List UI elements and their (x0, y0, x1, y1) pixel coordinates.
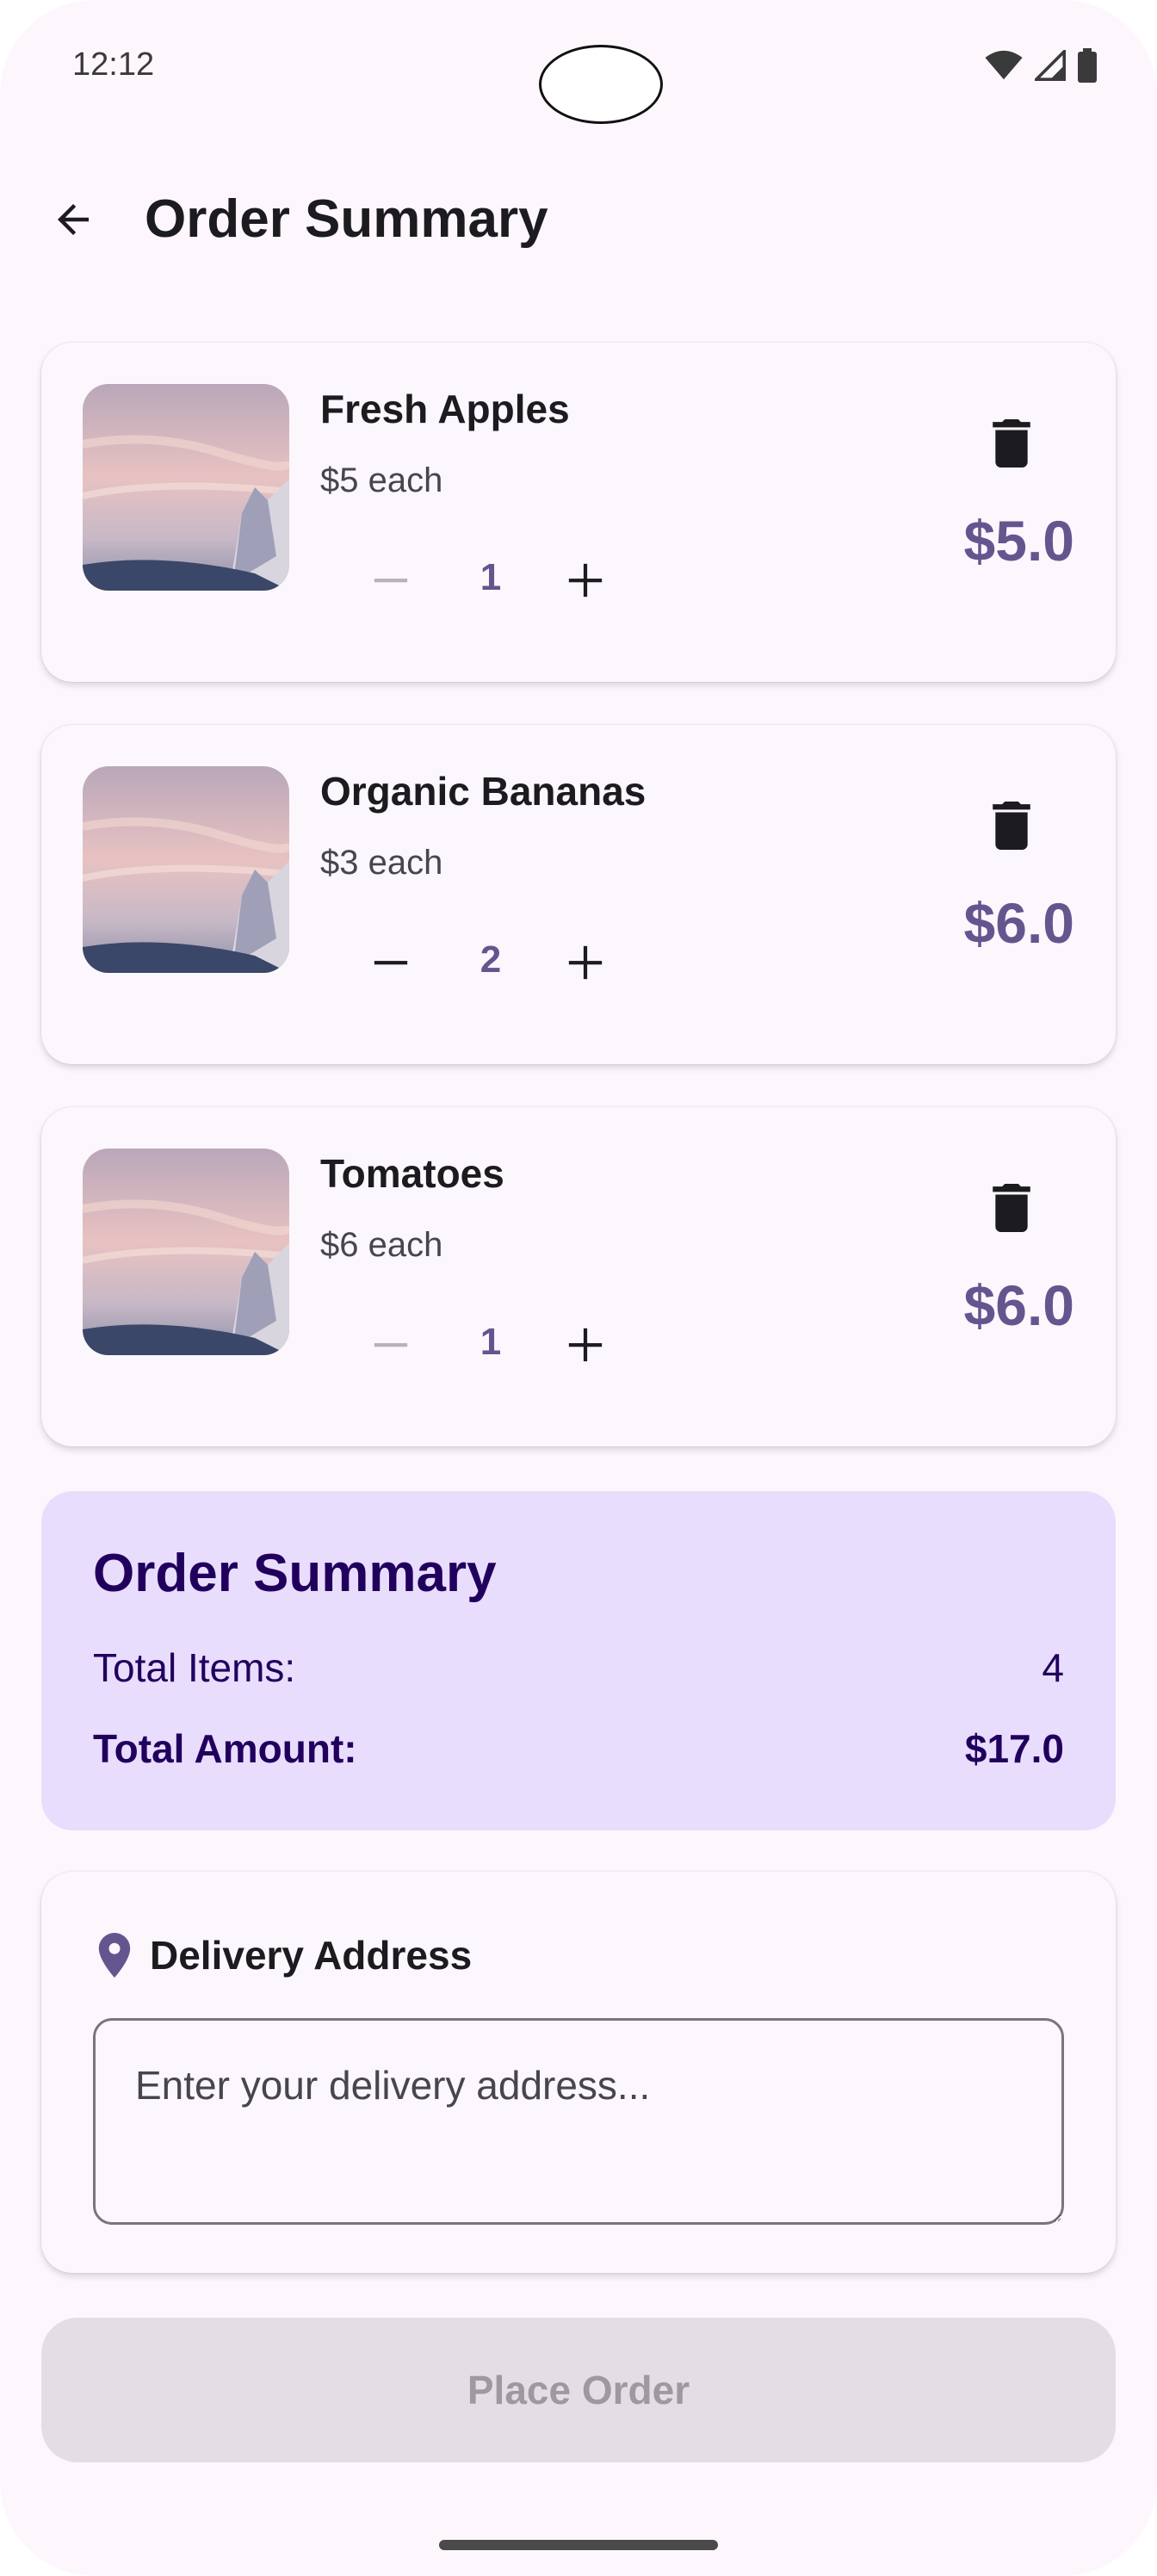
decrease-quantity-button[interactable] (356, 1310, 425, 1379)
cart-item-card: Tomatoes $6 each 1 $6.0 (41, 1107, 1116, 1446)
wifi-icon (985, 50, 1023, 80)
increase-quantity-button[interactable] (551, 928, 620, 997)
delete-item-button[interactable] (981, 796, 1042, 856)
status-icons (985, 48, 1097, 83)
total-items-label: Total Items: (93, 1645, 296, 1690)
place-order-button[interactable]: Place Order (41, 2318, 1116, 2462)
product-image (83, 384, 289, 591)
delivery-address-label: Delivery Address (150, 1933, 473, 1978)
plus-icon (568, 945, 603, 980)
cellular-signal-icon (1035, 50, 1066, 81)
item-total-price: $5.0 (963, 509, 1074, 573)
minus-icon (374, 579, 408, 583)
item-unit-price: $6 each (320, 1226, 443, 1264)
delivery-address-header: Delivery Address (96, 1932, 472, 1978)
minus-icon (374, 1343, 408, 1347)
arrow-back-icon (58, 204, 89, 235)
phone-screen: 12:12 Order Summary Fresh Apples $5 each… (0, 0, 1157, 2576)
plus-icon (568, 1328, 603, 1362)
app-bar: Order Summary (0, 172, 1157, 267)
home-indicator[interactable] (439, 2540, 718, 2550)
product-image (83, 766, 289, 973)
summary-title: Order Summary (93, 1544, 497, 1603)
trash-icon (993, 419, 1030, 468)
increase-quantity-button[interactable] (551, 546, 620, 615)
delivery-address-input[interactable] (93, 2018, 1064, 2225)
cart-item-card: Organic Bananas $3 each 2 $6.0 (41, 725, 1116, 1064)
trash-icon (993, 1184, 1030, 1232)
back-button[interactable] (43, 189, 103, 250)
quantity-value: 1 (480, 1321, 502, 1363)
total-amount-row: Total Amount: $17.0 (93, 1725, 1064, 1772)
item-name: Organic Bananas (320, 769, 647, 814)
item-total-price: $6.0 (963, 1273, 1074, 1337)
order-summary-card: Order Summary Total Items: 4 Total Amoun… (41, 1491, 1116, 1830)
quantity-stepper: 1 (356, 546, 649, 615)
camera-cutout (539, 45, 663, 124)
plus-icon (568, 563, 603, 598)
delivery-address-card: Delivery Address (41, 1872, 1116, 2273)
increase-quantity-button[interactable] (551, 1310, 620, 1379)
quantity-stepper: 2 (356, 928, 649, 997)
battery-icon (1078, 48, 1097, 83)
cart-item-card: Fresh Apples $5 each 1 $5.0 (41, 343, 1116, 682)
item-name: Fresh Apples (320, 387, 570, 431)
status-bar: 12:12 (0, 0, 1157, 138)
product-image (83, 1149, 289, 1355)
item-name: Tomatoes (320, 1151, 504, 1196)
quantity-value: 2 (480, 938, 502, 981)
item-total-price: $6.0 (963, 891, 1074, 955)
total-amount-value: $17.0 (964, 1726, 1064, 1771)
decrease-quantity-button[interactable] (356, 546, 425, 615)
total-items-row: Total Items: 4 (93, 1644, 1064, 1691)
delete-item-button[interactable] (981, 1178, 1042, 1238)
quantity-value: 1 (480, 556, 502, 598)
delete-item-button[interactable] (981, 413, 1042, 474)
status-time: 12:12 (72, 46, 155, 83)
total-items-value: 4 (1042, 1645, 1064, 1690)
item-unit-price: $3 each (320, 844, 443, 882)
quantity-stepper: 1 (356, 1310, 649, 1379)
page-title: Order Summary (145, 189, 548, 249)
minus-icon (374, 961, 408, 965)
total-amount-label: Total Amount: (93, 1726, 357, 1771)
trash-icon (993, 802, 1030, 850)
location-pin-icon (98, 1933, 131, 1978)
item-unit-price: $5 each (320, 461, 443, 499)
decrease-quantity-button[interactable] (356, 928, 425, 997)
